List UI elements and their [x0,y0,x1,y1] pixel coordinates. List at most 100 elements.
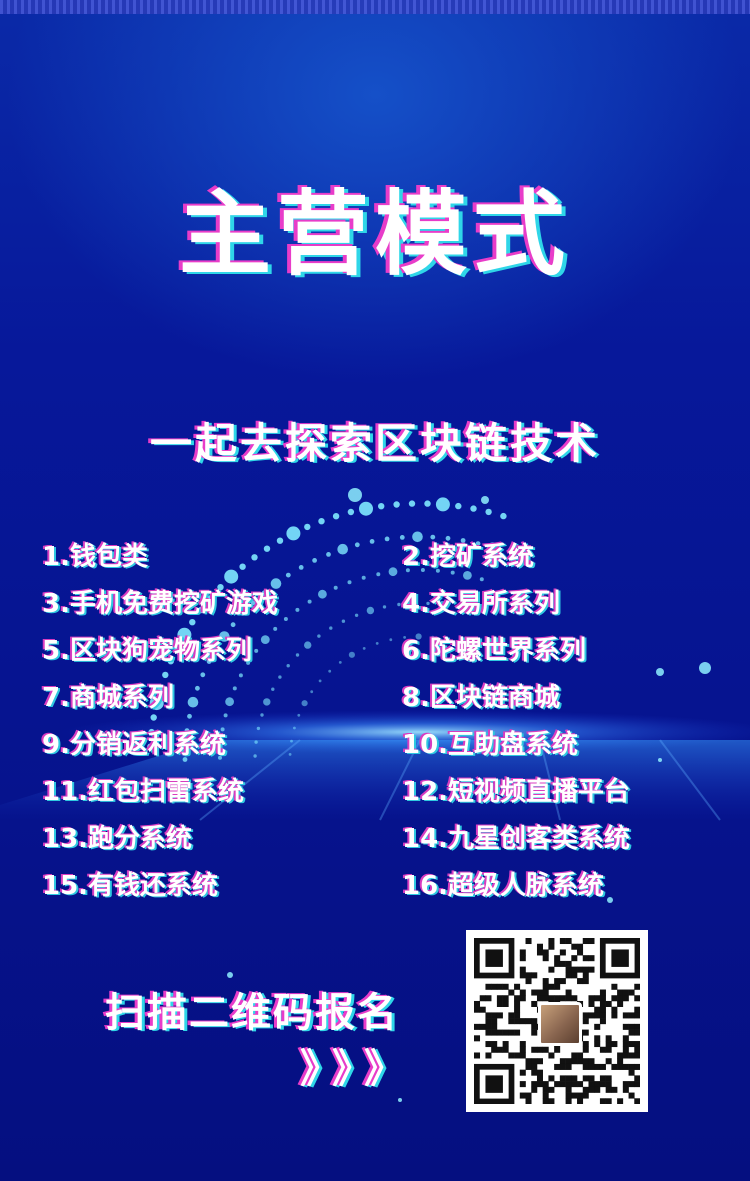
qr-module [502,1029,509,1036]
qr-module [474,1035,481,1042]
qr-module [525,1098,532,1104]
qr-module [577,1052,584,1059]
qr-module [554,983,561,990]
qr-module [588,938,595,945]
sparkle-dot [607,897,613,903]
qr-module [508,1029,515,1036]
qr-module [519,1052,526,1059]
qr-module [582,1018,589,1025]
arc-dot [288,753,292,756]
qr-module [565,938,572,945]
arc-dot [260,713,264,717]
qr-module [474,1052,481,1059]
qr-module [536,989,543,996]
arc-dot [278,675,282,679]
arc-dot [293,726,296,730]
qr-module [485,995,492,1002]
arc-dot [384,536,390,542]
feature-item: 3.手机免费挖矿游戏 [42,589,278,619]
qr-module [531,1018,538,1025]
feature-item: 9.分销返利系统 [42,730,226,760]
qr-module [577,1092,584,1099]
feature-item: 4.交易所系列 [402,589,560,619]
arc-dot [329,626,333,630]
avatar [538,1002,582,1046]
arc-dot [290,739,293,743]
qr-module [496,1029,503,1036]
arc-dot [393,501,400,508]
qr-module [548,1086,555,1093]
qr-module [502,983,509,990]
qr-module [565,1058,572,1065]
qr-module [628,1081,635,1088]
qr-module [485,1029,492,1036]
arc-dot [455,502,462,510]
qr-module [514,995,521,1002]
qr-module [605,1075,612,1082]
qr-module [531,1086,538,1093]
qr-module [565,1063,572,1070]
qr-module [565,966,572,973]
qr-module [594,1041,601,1048]
qr-module [542,1081,549,1088]
qr-module [536,949,543,956]
qr-module [622,1041,629,1048]
qr-module [531,1000,538,1007]
arc-dot [223,713,228,718]
qr-module [531,1046,538,1053]
qr-module [582,1046,589,1053]
qr-module [525,1063,532,1070]
qr-module [525,972,532,979]
feature-item: 2.挖矿系统 [402,542,534,572]
qr-module [519,1069,526,1076]
arc-dot [307,599,312,604]
qr-module [514,983,521,990]
qr-module [491,1041,498,1048]
qr-module [474,1000,481,1007]
qr-module [622,1046,629,1053]
qr-code[interactable] [466,930,648,1112]
qr-module [565,1098,572,1104]
feature-item: 15.有钱还系统 [42,871,219,901]
arc-dot [333,585,338,590]
qr-module [599,1075,606,1082]
qr-module [605,1098,612,1104]
qr-module [611,1086,618,1093]
qr-module [565,960,572,967]
qr-module [628,1092,635,1099]
arc-dot [230,622,236,628]
arc-dot [271,687,275,691]
qr-module [594,995,601,1002]
qr-module [617,1058,624,1065]
qr-module [502,995,509,1002]
qr-module [496,1046,503,1053]
arc-dot [301,700,308,707]
qr-module [588,1012,595,1019]
qr-module [577,1081,584,1088]
qr-module [628,1052,635,1059]
qr-module [582,1063,589,1070]
qr-module [634,1063,640,1070]
qr-module [559,960,566,967]
qr-module [622,1035,629,1042]
qr-module [559,938,566,945]
arc-dot [479,577,484,582]
qr-module [634,995,640,1002]
qr-module [548,1052,555,1059]
qr-module [474,1006,481,1013]
qr-module [628,1012,635,1019]
qr-module [514,1018,521,1025]
qr-module [502,1000,509,1007]
qr-module [617,1052,624,1059]
qr-module [582,978,589,985]
qr-module [571,1081,578,1088]
feature-item: 7.商城系列 [42,683,174,713]
arc-dot [150,714,157,721]
qr-module [634,1023,640,1030]
qr-module [559,1063,566,1070]
arc-dot [263,545,271,552]
arc-dot [283,617,288,621]
qr-module [531,1029,538,1036]
qr-module [485,1052,492,1059]
qr-module [542,1098,549,1104]
